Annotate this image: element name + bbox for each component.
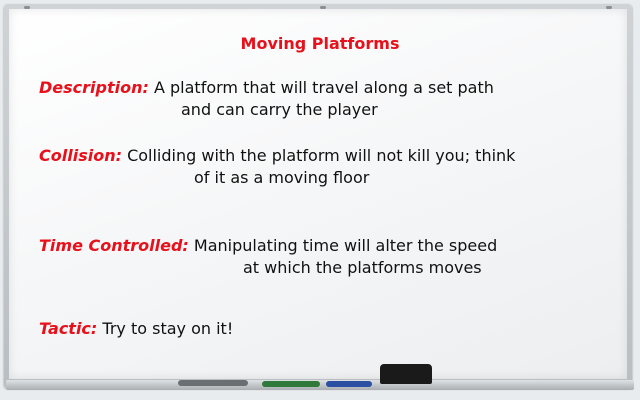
entry-text-line1: A platform that will travel along a set … [153,78,494,97]
entry-label: Time Controlled: [39,236,189,255]
marker-tray [6,380,634,390]
entry-label: Description: [39,78,149,97]
entry-collision: Collision: Colliding with the platform w… [39,145,515,189]
entry-text-line2: and can carry the player [181,100,378,119]
frame-screw-icon [606,6,612,9]
entry-tactic: Tactic: Try to stay on it! [39,318,233,340]
marker-icon[interactable] [262,381,320,387]
entry-label: Tactic: [39,319,98,338]
frame-screw-icon [320,6,326,9]
entry-text-line1: Try to stay on it! [102,319,234,338]
entry-label: Collision: [39,146,122,165]
marker-icon[interactable] [326,381,372,387]
board-title: Moving Platforms [240,34,400,53]
marker-icon[interactable] [178,380,248,386]
frame-screw-icon [24,6,30,9]
entry-text-line2: of it as a moving floor [194,168,370,187]
entry-text-line2: at which the platforms moves [243,258,482,277]
entry-text-line1: Manipulating time will alter the speed [193,236,498,255]
entry-text-line1: Colliding with the platform will not kil… [127,146,516,165]
entry-time-controlled: Time Controlled: Manipulating time will … [39,235,497,279]
entry-description: Description: A platform that will travel… [39,77,494,121]
eraser-icon[interactable] [380,364,432,384]
